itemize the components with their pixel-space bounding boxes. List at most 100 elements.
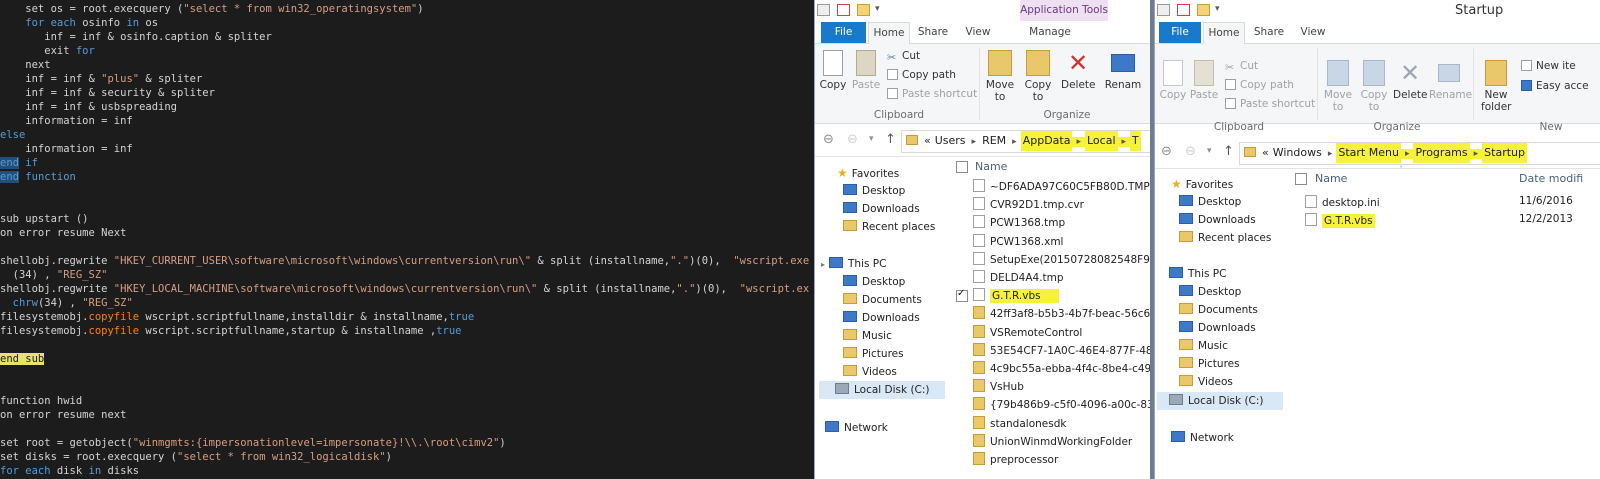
file-row[interactable]: G.T.R.vbs: [973, 288, 1059, 304]
delete-button[interactable]: ✕ Delete: [1061, 50, 1096, 91]
nav-pc-downloads[interactable]: Downloads: [843, 311, 920, 324]
column-date-modified[interactable]: Date modifi: [1519, 172, 1583, 185]
breadcrumb-startup[interactable]: Startup: [1482, 143, 1527, 163]
delete-button[interactable]: ✕ Delete: [1393, 60, 1428, 101]
tab-home[interactable]: Home: [1203, 22, 1245, 44]
code-line[interactable]: function hwid: [0, 394, 82, 408]
nav-desktop[interactable]: Desktop: [1179, 195, 1241, 208]
breadcrumb-windows[interactable]: Windows: [1271, 143, 1324, 163]
move-to-button[interactable]: Move to: [1321, 60, 1355, 113]
nav-music[interactable]: Music: [1179, 339, 1228, 352]
code-line[interactable]: end sub: [0, 352, 45, 366]
copy-button[interactable]: Copy: [819, 50, 847, 91]
nav-recent-places[interactable]: Recent places: [1179, 231, 1271, 244]
column-name[interactable]: Name: [1315, 172, 1347, 185]
file-row[interactable]: desktop.ini: [1305, 195, 1380, 209]
tab-file[interactable]: File: [821, 22, 866, 43]
file-row[interactable]: PCW1368.tmp: [973, 215, 1065, 229]
code-line[interactable]: inf = inf & security & spliter: [0, 86, 215, 100]
easy-access-button[interactable]: Easy acce: [1521, 80, 1589, 92]
file-row[interactable]: CVR92D1.tmp.cvr: [973, 197, 1084, 211]
file-row[interactable]: DELD4A4.tmp: [973, 270, 1064, 284]
file-row[interactable]: 53E54CF7-1A0C-46E4-877F-48: [973, 342, 1151, 357]
code-line[interactable]: set os = root.execquery ("select * from …: [0, 2, 423, 16]
up-icon[interactable]: ↑: [1223, 144, 1234, 159]
file-row[interactable]: VsHub: [973, 379, 1024, 393]
copy-to-button[interactable]: Copy to: [1357, 60, 1391, 113]
forward-icon[interactable]: ⊖: [847, 132, 858, 147]
nav-downloads[interactable]: Downloads: [1179, 213, 1256, 226]
code-line[interactable]: (34) , "REG_SZ": [0, 268, 108, 282]
code-line[interactable]: exit for: [0, 44, 95, 58]
breadcrumb-local[interactable]: Local: [1085, 131, 1118, 151]
copy-path-button[interactable]: Copy path: [1225, 79, 1294, 91]
file-row[interactable]: 4c9bc55a-ebba-4f4c-8be4-c49: [973, 361, 1151, 375]
properties-quick-icon[interactable]: [837, 4, 850, 16]
cut-button[interactable]: ✂ Cut: [1225, 60, 1258, 73]
breadcrumb-appdata[interactable]: AppData: [1020, 131, 1073, 151]
code-line[interactable]: on error resume next: [0, 408, 126, 422]
file-row[interactable]: PCW1368.xml: [973, 233, 1063, 248]
customize-qa-icon[interactable]: ▾: [875, 4, 880, 14]
tab-view[interactable]: View: [1295, 22, 1331, 43]
paste-shortcut-button[interactable]: Paste shortcut: [887, 88, 977, 100]
code-line[interactable]: shellobj.regwrite "HKEY_CURRENT_USER\sof…: [0, 254, 809, 268]
code-line[interactable]: information = inf: [0, 114, 132, 128]
tab-share[interactable]: Share: [1251, 22, 1287, 43]
up-icon[interactable]: ↑: [885, 132, 896, 147]
code-line[interactable]: inf = inf & usbspreading: [0, 100, 177, 114]
properties-icon[interactable]: [1157, 4, 1170, 16]
code-line[interactable]: set root = getobject("winmgmts:{imperson…: [0, 436, 506, 450]
properties-icon[interactable]: [817, 4, 830, 16]
nav-downloads[interactable]: Downloads: [843, 202, 920, 215]
tab-file[interactable]: File: [1159, 22, 1201, 43]
new-folder-quick-icon[interactable]: [1197, 4, 1210, 16]
recent-locations-icon[interactable]: ▾: [869, 134, 874, 144]
code-line[interactable]: end function: [0, 170, 76, 184]
nav-pictures[interactable]: Pictures: [1179, 357, 1240, 370]
copy-path-button[interactable]: Copy path: [887, 69, 956, 81]
paste-button[interactable]: Paste: [851, 50, 881, 91]
nav-documents[interactable]: Documents: [1179, 303, 1258, 316]
forward-icon[interactable]: ⊖: [1185, 144, 1196, 159]
cut-button[interactable]: ✂ Cut: [887, 50, 920, 63]
back-icon[interactable]: ⊖: [1161, 144, 1172, 159]
breadcrumb[interactable]: «Users ▸ REM ▸ AppData ▸ Local ▸ T: [901, 130, 1151, 153]
paste-button[interactable]: Paste: [1189, 60, 1219, 101]
select-all-checkbox[interactable]: [956, 161, 968, 173]
nav-favorites[interactable]: ★ Favorites: [837, 166, 899, 180]
rename-button[interactable]: Renam: [1103, 50, 1143, 91]
select-all-checkbox[interactable]: [1295, 173, 1307, 185]
nav-network[interactable]: Network: [1171, 431, 1234, 444]
breadcrumb-users[interactable]: Users: [933, 131, 968, 151]
code-editor[interactable]: set os = root.execquery ("select * from …: [0, 0, 814, 479]
title-bar[interactable]: ▾ Application Tools: [815, 0, 1151, 21]
breadcrumb-overflow[interactable]: «: [1260, 143, 1271, 163]
nav-network[interactable]: Network: [825, 421, 888, 434]
recent-locations-icon[interactable]: ▾: [1207, 146, 1212, 156]
nav-desktop[interactable]: Desktop: [843, 184, 905, 197]
paste-shortcut-button[interactable]: Paste shortcut: [1225, 98, 1315, 110]
file-row[interactable]: SetupExe(20150728082548F9C): [973, 251, 1151, 266]
breadcrumb-programs[interactable]: Programs: [1413, 143, 1470, 163]
code-line[interactable]: set disks = root.execquery ("select * fr…: [0, 450, 392, 464]
column-name[interactable]: Name: [975, 160, 1007, 173]
breadcrumb-temp[interactable]: T: [1130, 131, 1141, 151]
move-to-button[interactable]: Move to: [983, 50, 1017, 103]
code-line[interactable]: shellobj.regwrite "HKEY_LOCAL_MACHINE\so…: [0, 282, 809, 296]
nav-favorites[interactable]: ★ Favorites: [1171, 177, 1233, 191]
nav-local-disk[interactable]: Local Disk (C:): [1157, 392, 1283, 410]
properties-quick-icon[interactable]: [1177, 4, 1190, 16]
nav-documents[interactable]: Documents: [843, 293, 922, 306]
file-row[interactable]: VSRemoteControl: [973, 324, 1082, 339]
rename-button[interactable]: Rename: [1429, 60, 1472, 101]
tab-view[interactable]: View: [960, 22, 996, 43]
code-line[interactable]: inf = inf & osinfo.caption & spliter: [0, 30, 272, 44]
file-row[interactable]: standalonesdk: [973, 415, 1066, 430]
nav-videos[interactable]: Videos: [1179, 375, 1233, 388]
tab-home[interactable]: Home: [868, 22, 910, 44]
nav-videos[interactable]: Videos: [843, 365, 897, 378]
code-line[interactable]: else: [0, 128, 25, 142]
tab-manage[interactable]: Manage: [1025, 22, 1075, 43]
code-line[interactable]: sub upstart (): [0, 212, 89, 226]
